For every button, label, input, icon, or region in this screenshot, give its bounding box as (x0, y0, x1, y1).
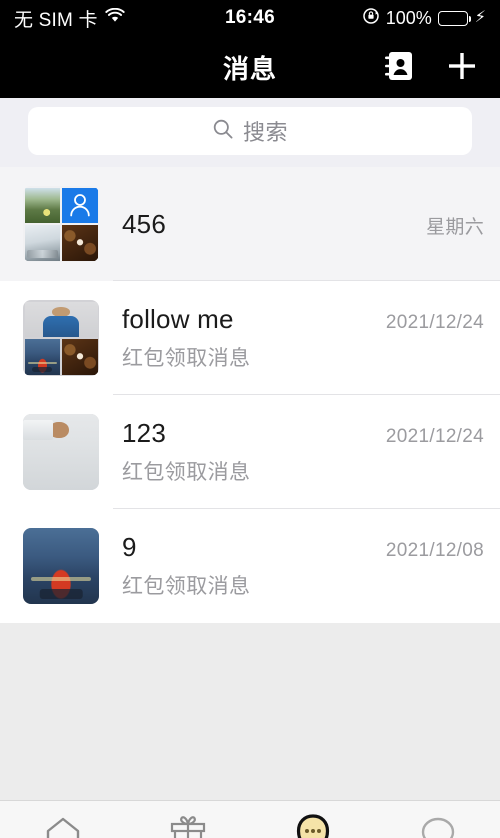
chat-top-row: 9 2021/12/08 (122, 532, 484, 563)
chat-preview: 红包领取消息 (122, 347, 251, 370)
chat-top-row: follow me 2021/12/24 (122, 304, 484, 335)
avatar-cell-person (24, 301, 98, 338)
status-bar-right: 100% ⚡ (362, 7, 486, 30)
carrier-label: 无 SIM 卡 (14, 9, 98, 31)
home-icon (42, 812, 84, 838)
avatar-cell-landscape (24, 187, 61, 224)
avatar-detail (39, 588, 83, 599)
chat-name: 123 (122, 418, 166, 448)
avatar-cell-default-user (61, 187, 98, 224)
chat-name: follow me (122, 304, 234, 334)
table-row[interactable]: follow me 2021/12/24 红包领取消息 (0, 281, 500, 395)
wifi-icon (105, 7, 125, 29)
chat-list: 456 星期六 follow me 2021/12/24 红包领取消息 123 … (0, 167, 500, 623)
table-row[interactable]: 9 2021/12/08 红包领取消息 (0, 509, 500, 623)
avatar-cell-snow (24, 224, 61, 261)
avatar-cell-city (24, 338, 61, 375)
chat-timestamp: 2021/12/24 (385, 426, 484, 447)
chat-main: 9 2021/12/08 红包领取消息 (122, 532, 484, 600)
chat-name: 9 (122, 532, 137, 562)
chat-main: 456 星期六 (122, 209, 484, 240)
avatar-cell-crowd (61, 224, 98, 261)
content-column: 搜索 456 星期六 follow me 2021/12/24 红包领取消息 1… (0, 98, 500, 838)
chat-timestamp: 2021/12/08 (385, 540, 484, 561)
nav-bar: 消息 (0, 36, 500, 98)
rotation-lock-icon (362, 7, 380, 30)
contacts-book-icon (384, 50, 414, 85)
chat-bubble-icon (417, 812, 459, 838)
avatar-cell-crowd (61, 338, 98, 375)
lightning-bolt-icon: ⚡ (474, 9, 486, 26)
chat-timestamp: 星期六 (426, 216, 484, 238)
chat-top-row: 456 星期六 (122, 209, 484, 240)
avatar-photo (23, 414, 99, 490)
add-button[interactable] (446, 50, 478, 85)
chat-main: 123 2021/12/24 红包领取消息 (122, 418, 484, 486)
chat-top-row: 123 2021/12/24 (122, 418, 484, 449)
search-input[interactable]: 搜索 (28, 107, 472, 155)
avatar (23, 528, 99, 604)
tab-gift[interactable] (125, 812, 250, 838)
battery-icon (437, 10, 471, 26)
chat-preview: 红包领取消息 (122, 575, 251, 598)
avatar-photo (23, 528, 99, 604)
tab-chat[interactable] (375, 812, 500, 838)
table-row[interactable]: 123 2021/12/24 红包领取消息 (0, 395, 500, 509)
status-bar: 无 SIM 卡 16:46 100% ⚡ (0, 0, 500, 36)
tab-home[interactable] (0, 812, 125, 838)
face-emoji-icon (292, 812, 334, 838)
avatar (23, 186, 99, 262)
table-row[interactable]: 456 星期六 (0, 167, 500, 281)
chat-name: 456 (122, 208, 166, 239)
plus-icon (446, 50, 478, 85)
avatar-cell-badge (32, 367, 53, 372)
avatar (23, 300, 99, 376)
search-icon (212, 118, 234, 145)
avatar (23, 414, 99, 490)
tab-face[interactable] (250, 812, 375, 838)
chat-preview: 红包领取消息 (122, 461, 251, 484)
gift-icon (167, 812, 209, 838)
chat-timestamp: 2021/12/24 (385, 312, 484, 333)
search-section: 搜索 (0, 98, 500, 167)
status-bar-left: 无 SIM 卡 (14, 5, 125, 32)
battery-percent-label: 100% (385, 7, 432, 28)
tab-bar (0, 800, 500, 838)
chat-main: follow me 2021/12/24 红包领取消息 (122, 304, 484, 372)
app-screen: 无 SIM 卡 16:46 100% ⚡ 消息 搜索 456 星期六 follo… (0, 0, 500, 838)
avatar-detail (23, 420, 54, 440)
contacts-button[interactable] (384, 50, 414, 85)
nav-actions (384, 50, 478, 85)
search-placeholder: 搜索 (242, 120, 288, 145)
